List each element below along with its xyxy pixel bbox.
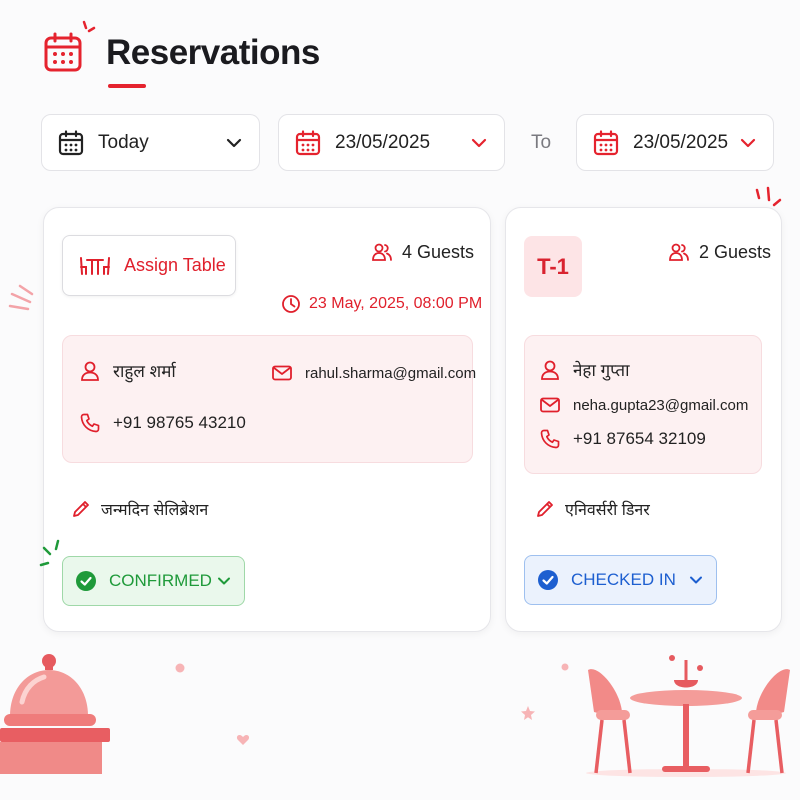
title-underline — [108, 84, 146, 88]
reservation-card[interactable]: Assign Table 4 Guests 23 May, 2025, 08:0… — [43, 207, 491, 632]
guest-email: neha.gupta23@gmail.com — [573, 396, 749, 414]
chevron-down-icon — [218, 577, 230, 585]
sparkle-decoration — [8, 284, 34, 311]
assign-table-button[interactable]: Assign Table — [62, 235, 236, 296]
guest-phone: +91 98765 43210 — [113, 413, 246, 432]
guest-phone-row: +91 87654 32109 — [539, 428, 706, 450]
to-date-dropdown[interactable]: 23/05/2025 — [576, 114, 774, 171]
status-dropdown[interactable]: CONFIRMED — [62, 556, 245, 606]
chevron-down-icon — [471, 138, 487, 147]
reservation-note: जन्मदिन सेलिब्रेशन — [71, 498, 208, 520]
chevron-down-icon — [740, 138, 756, 147]
heart-decoration — [236, 735, 250, 745]
guest-phone-row: +91 98765 43210 — [79, 412, 246, 434]
assign-table-label: Assign Table — [124, 255, 226, 275]
star-decoration — [521, 706, 535, 720]
guest-phone: +91 87654 32109 — [573, 429, 706, 448]
reservation-card[interactable]: T-1 2 Guests नेहा गुप्ता neha.gupta23@gm… — [505, 207, 782, 632]
dining-table-illustration — [586, 655, 790, 777]
guest-name: राहुल शर्मा — [113, 362, 176, 381]
from-date-dropdown[interactable]: 23/05/2025 — [278, 114, 505, 171]
pencil-icon — [73, 501, 89, 517]
calendar-icon — [58, 129, 84, 155]
service-bell-illustration — [0, 654, 110, 774]
reservation-note: एनिवर्सरी डिनर — [535, 498, 650, 520]
datetime-label: 23 May, 2025, 08:00 PM — [309, 295, 483, 312]
sparkle-decoration — [82, 20, 96, 33]
chevron-down-icon — [226, 138, 242, 147]
guest-email-row: rahul.sharma@gmail.com — [271, 362, 476, 384]
guest-name: नेहा गुप्ता — [573, 361, 630, 380]
check-circle-icon — [76, 571, 96, 591]
range-dropdown[interactable]: Today — [41, 114, 260, 171]
guest-count-label: 4 Guests — [402, 241, 475, 262]
reservation-datetime: 23 May, 2025, 08:00 PM — [281, 294, 482, 314]
phone-icon — [540, 429, 560, 449]
status-dropdown[interactable]: CHECKED IN — [524, 555, 717, 605]
guest-info-box: नेहा गुप्ता neha.gupta23@gmail.com +91 8… — [524, 335, 762, 474]
pencil-icon — [537, 501, 553, 517]
chevron-down-icon — [690, 576, 702, 584]
guest-email-row: neha.gupta23@gmail.com — [539, 394, 748, 416]
calendar-icon — [593, 129, 619, 155]
guest-count: 2 Guests — [668, 241, 771, 263]
to-date-value: 23/05/2025 — [633, 131, 729, 153]
guest-count-label: 2 Guests — [699, 241, 772, 262]
user-icon — [541, 360, 559, 380]
guest-name-row: नेहा गुप्ता — [539, 358, 630, 381]
calendar-icon — [295, 129, 321, 155]
sparkle-decoration — [39, 539, 60, 567]
guest-count: 4 Guests — [371, 241, 474, 263]
check-circle-icon — [538, 570, 558, 590]
guest-name-row: राहुल शर्मा — [79, 359, 176, 382]
mail-icon — [272, 365, 292, 381]
status-label: CONFIRMED — [109, 571, 212, 590]
note-text: एनिवर्सरी डिनर — [565, 502, 650, 519]
to-label: To — [531, 132, 552, 153]
from-date-value: 23/05/2025 — [335, 131, 431, 153]
users-icon — [372, 243, 392, 261]
calendar-icon — [44, 32, 82, 72]
range-value: Today — [98, 131, 149, 153]
table-badge: T-1 — [524, 236, 582, 297]
table-icon — [80, 256, 110, 275]
note-text: जन्मदिन सेलिब्रेशन — [101, 502, 209, 519]
mail-icon — [540, 397, 560, 413]
guest-email: rahul.sharma@gmail.com — [305, 364, 477, 382]
phone-icon — [80, 413, 100, 433]
dot-decoration — [561, 663, 569, 671]
status-label: CHECKED IN — [571, 570, 676, 589]
dot-decoration — [175, 663, 185, 673]
clock-icon — [282, 295, 300, 313]
user-icon — [81, 361, 99, 381]
users-icon — [669, 243, 689, 261]
page-title: Reservations — [106, 33, 320, 72]
guest-info-box: राहुल शर्मा rahul.sharma@gmail.com +91 9… — [62, 335, 476, 463]
